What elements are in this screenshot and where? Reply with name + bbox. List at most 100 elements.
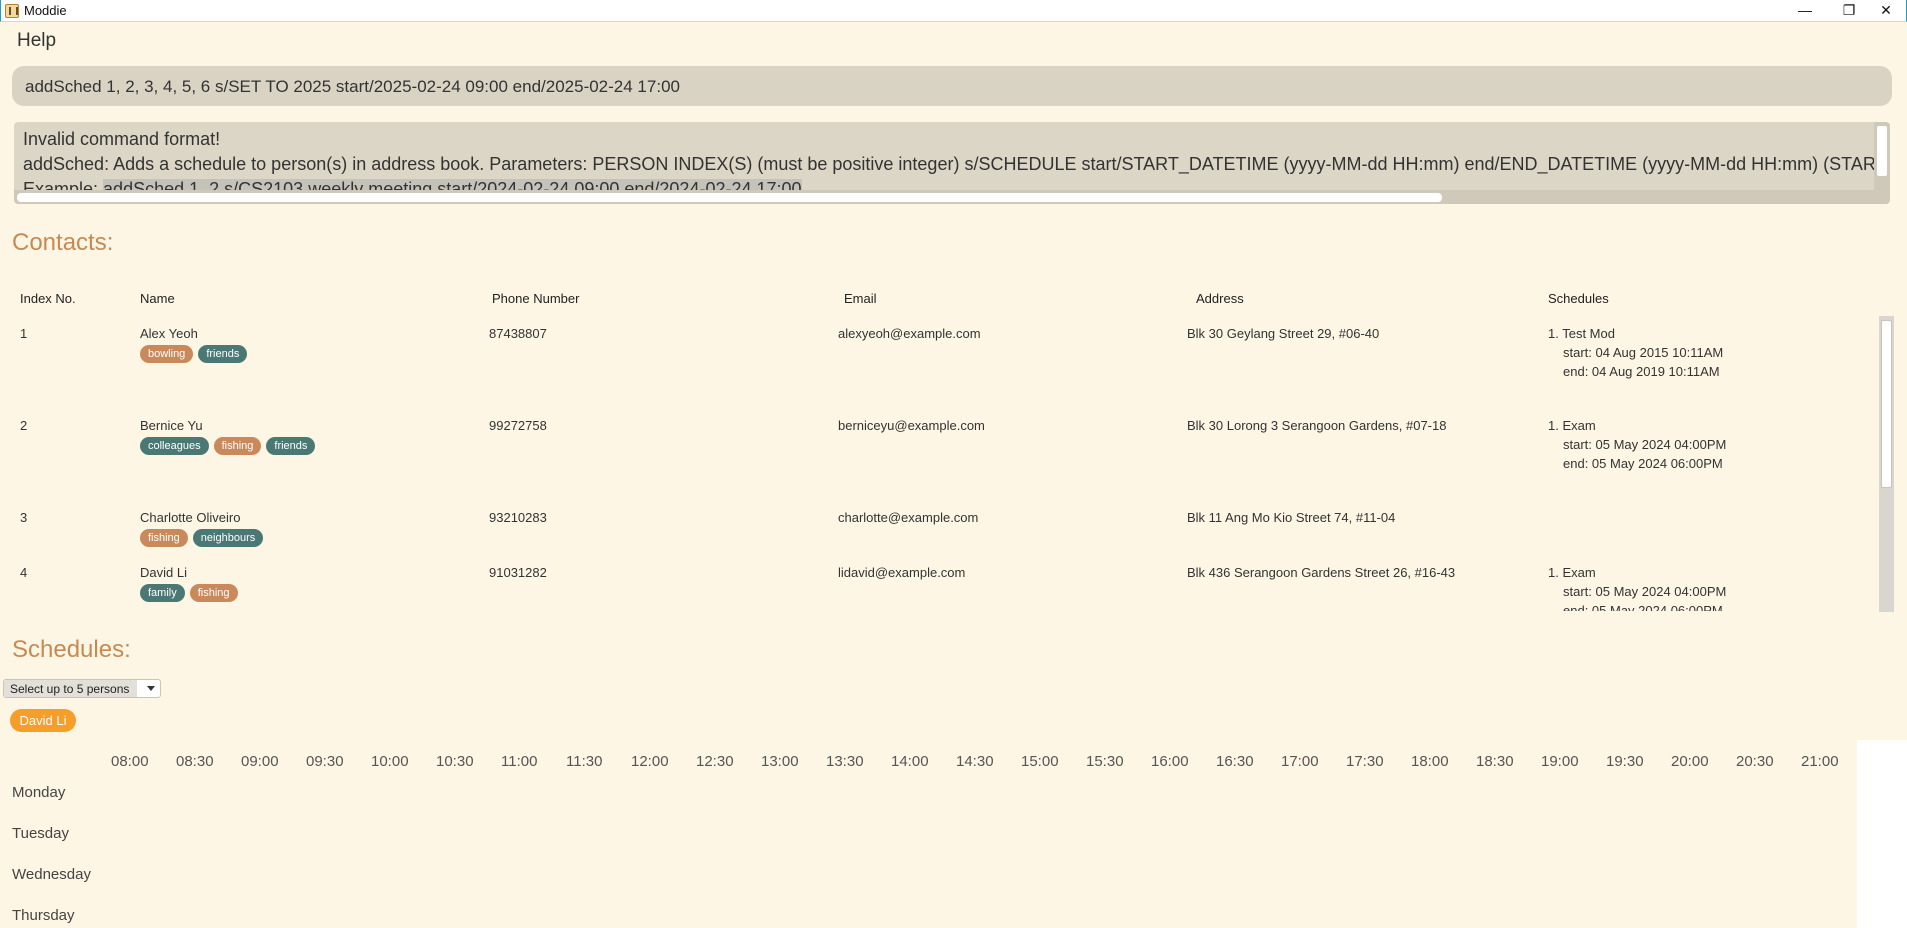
contact-phone: 99272758 bbox=[489, 418, 547, 433]
result-vertical-scrollbar[interactable] bbox=[1874, 122, 1890, 190]
person-select-dropdown[interactable]: Select up to 5 persons bbox=[3, 679, 161, 698]
time-label: 11:00 bbox=[501, 753, 538, 770]
time-label: 21:00 bbox=[1801, 753, 1839, 770]
time-label: 19:00 bbox=[1541, 753, 1579, 770]
result-horizontal-scroll-thumb[interactable] bbox=[17, 193, 1442, 202]
contact-row[interactable]: 4 David Li family fishing 91031282 lidavi… bbox=[14, 565, 1874, 611]
result-line-usage: addSched: Adds a schedule to person(s) i… bbox=[23, 154, 1890, 174]
time-label: 10:30 bbox=[436, 753, 474, 770]
header-name: Name bbox=[140, 291, 175, 306]
tag-fishing: fishing bbox=[213, 437, 262, 455]
contact-address: Blk 11 Ang Mo Kio Street 74, #11-04 bbox=[1187, 510, 1396, 525]
tag-bowling: bowling bbox=[140, 345, 194, 363]
schedule-end: end: 05 May 2024 06:00PM bbox=[1563, 456, 1723, 471]
time-label: 13:00 bbox=[761, 753, 799, 770]
contact-tags: family fishing bbox=[140, 584, 243, 602]
contact-row[interactable]: 1 Alex Yeoh bowling friends 87438807 alex… bbox=[14, 326, 1874, 414]
tag-fishing: fishing bbox=[140, 529, 188, 547]
contact-phone: 91031282 bbox=[489, 565, 547, 580]
contact-index: 4 bbox=[20, 565, 28, 580]
contact-tags: bowling friends bbox=[140, 345, 252, 363]
time-label: 15:30 bbox=[1086, 753, 1124, 770]
contact-row[interactable]: 2 Bernice Yu colleagues fishing friends 99… bbox=[14, 418, 1874, 506]
contact-address: Blk 436 Serangoon Gardens Street 26, #16… bbox=[1187, 565, 1456, 580]
header-email: Email bbox=[844, 291, 877, 306]
header-address: Address bbox=[1196, 291, 1244, 306]
time-label: 13:30 bbox=[826, 753, 864, 770]
tag-colleagues: colleagues bbox=[140, 437, 209, 455]
time-label: 14:30 bbox=[956, 753, 994, 770]
selected-person-chip[interactable]: David Li bbox=[10, 709, 76, 732]
time-label: 14:00 bbox=[891, 753, 929, 770]
contact-tags: fishing neighbours bbox=[140, 529, 268, 547]
schedule-end: end: 04 Aug 2019 10:11AM bbox=[1563, 364, 1720, 379]
result-vertical-scroll-thumb[interactable] bbox=[1877, 126, 1887, 176]
contacts-title: Contacts: bbox=[12, 229, 114, 256]
chevron-down-icon[interactable] bbox=[147, 686, 155, 691]
contact-name: Charlotte Oliveiro bbox=[140, 510, 241, 525]
contact-index: 1 bbox=[20, 326, 28, 341]
tag-neighbours: neighbours bbox=[192, 529, 264, 547]
schedule-title: 1. Exam bbox=[1548, 565, 1596, 580]
time-label: 09:00 bbox=[241, 753, 279, 770]
schedule-start: start: 04 Aug 2015 10:11AM bbox=[1563, 345, 1724, 360]
contact-row[interactable]: 3 Charlotte Oliveiro fishing neighbours 9… bbox=[14, 510, 1874, 562]
header-phone: Phone Number bbox=[492, 291, 580, 306]
time-label: 15:00 bbox=[1021, 753, 1059, 770]
header-index: Index No. bbox=[20, 291, 76, 306]
time-label: 09:30 bbox=[306, 753, 344, 770]
time-label: 20:00 bbox=[1671, 753, 1709, 770]
result-horizontal-scrollbar[interactable] bbox=[14, 190, 1890, 204]
result-display[interactable]: Invalid command format! addSched: Adds a… bbox=[14, 122, 1890, 204]
time-label: 11:30 bbox=[566, 753, 603, 770]
contact-address: Blk 30 Lorong 3 Serangoon Gardens, #07-1… bbox=[1187, 418, 1447, 433]
contact-tags: colleagues fishing friends bbox=[140, 437, 320, 455]
tag-friends: friends bbox=[266, 437, 316, 455]
time-label: 16:30 bbox=[1216, 753, 1254, 770]
time-label: 20:30 bbox=[1736, 753, 1774, 770]
minimize-button[interactable]: — bbox=[1783, 0, 1827, 22]
contacts-scroll-thumb[interactable] bbox=[1881, 320, 1892, 488]
schedule-end: end: 05 May 2024 06:00PM bbox=[1563, 603, 1723, 611]
contact-schedule: 1. Test Mod start: 04 Aug 2015 10:11AM e… bbox=[1548, 324, 1723, 381]
close-button[interactable]: ✕ bbox=[1864, 0, 1907, 22]
app-logo-icon bbox=[5, 4, 19, 18]
contact-schedule: 1. Exam start: 05 May 2024 04:00PM end: … bbox=[1548, 565, 1726, 611]
contact-name: David Li bbox=[140, 565, 187, 580]
person-select-label: Select up to 5 persons bbox=[4, 680, 137, 697]
contact-email: berniceyu@example.com bbox=[838, 418, 985, 433]
time-label: 17:30 bbox=[1346, 753, 1384, 770]
contact-index: 2 bbox=[20, 418, 28, 433]
time-label: 10:00 bbox=[371, 753, 409, 770]
tag-fishing: fishing bbox=[189, 584, 238, 602]
time-label: 08:30 bbox=[176, 753, 214, 770]
contacts-scrollbar[interactable] bbox=[1879, 316, 1894, 612]
contact-schedule: 1. Exam start: 05 May 2024 04:00PM end: … bbox=[1548, 416, 1726, 473]
contact-phone: 93210283 bbox=[489, 510, 547, 525]
schedule-start: start: 05 May 2024 04:00PM bbox=[1563, 437, 1727, 452]
help-menu[interactable]: Help bbox=[17, 30, 56, 52]
contact-index: 3 bbox=[20, 510, 28, 525]
schedule-start: start: 05 May 2024 04:00PM bbox=[1563, 584, 1727, 599]
schedule-title: 1. Exam bbox=[1548, 418, 1596, 433]
contact-email: lidavid@example.com bbox=[838, 565, 966, 580]
command-input-text: addSched 1, 2, 3, 4, 5, 6 s/SET TO 2025 … bbox=[25, 77, 680, 96]
contact-name: Bernice Yu bbox=[140, 418, 203, 433]
schedule-grid-margin bbox=[1857, 740, 1907, 928]
tag-friends: friends bbox=[198, 345, 248, 363]
contact-name: Alex Yeoh bbox=[140, 326, 198, 341]
result-line-error: Invalid command format! bbox=[23, 129, 221, 149]
window-title: Moddie bbox=[24, 3, 67, 18]
title-bar: Moddie — ❐ ✕ bbox=[0, 0, 1907, 22]
day-label: Wednesday bbox=[12, 866, 91, 883]
tag-family: family bbox=[140, 584, 185, 602]
time-label: 18:00 bbox=[1411, 753, 1449, 770]
time-label: 19:30 bbox=[1606, 753, 1644, 770]
time-label: 12:00 bbox=[631, 753, 669, 770]
day-label: Monday bbox=[12, 784, 66, 801]
time-label: 18:30 bbox=[1476, 753, 1514, 770]
day-label: Tuesday bbox=[12, 825, 69, 842]
command-input[interactable]: addSched 1, 2, 3, 4, 5, 6 s/SET TO 2025 … bbox=[12, 66, 1892, 106]
time-label: 17:00 bbox=[1281, 753, 1319, 770]
time-label: 12:30 bbox=[696, 753, 734, 770]
